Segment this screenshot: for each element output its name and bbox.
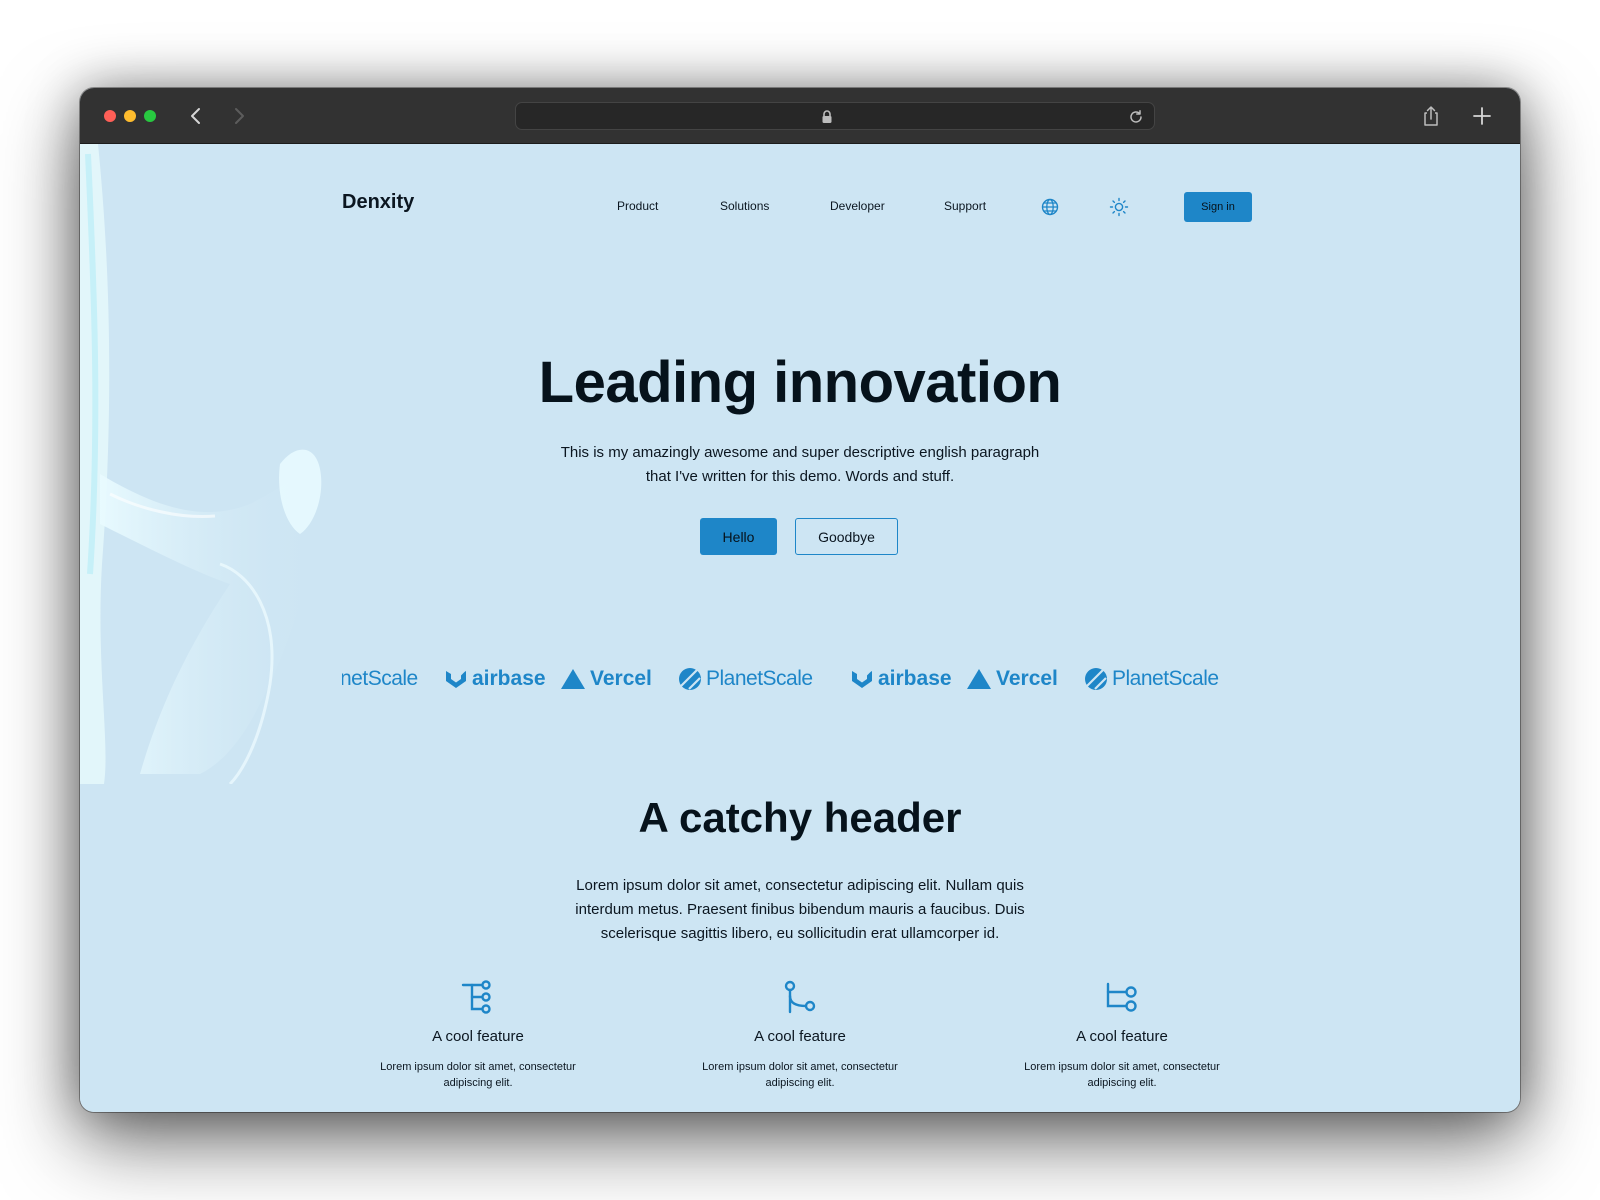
git-branch-icon [1106, 982, 1137, 1012]
logo-planetscale: netScale [342, 659, 418, 699]
tree-hierarchy-icon [461, 980, 491, 1014]
feature-description: Lorem ipsum dolor sit amet, consectetur … [1012, 1059, 1232, 1091]
address-bar[interactable] [515, 102, 1155, 130]
logo-text: Vercel [590, 667, 652, 690]
nav-product[interactable]: Product [617, 199, 658, 213]
logo-carousel: netScale airbase Vercel PlanetScale airb… [342, 659, 1222, 699]
zoom-window-button[interactable] [144, 110, 156, 122]
feature-card: A cool feature Lorem ipsum dolor sit ame… [368, 980, 588, 1091]
logo-text: PlanetScale [1112, 667, 1219, 690]
feature-description-line: adipiscing elit. [1087, 1077, 1157, 1089]
vercel-triangle-icon [967, 669, 991, 689]
minimize-window-button[interactable] [124, 110, 136, 122]
feature-description-line: Lorem ipsum dolor sit amet, consectetur [380, 1061, 576, 1073]
globe-icon[interactable] [1040, 197, 1060, 217]
nav-support[interactable]: Support [944, 199, 986, 213]
logo-text: Vercel [996, 667, 1058, 690]
feature-card: A cool feature Lorem ipsum dolor sit ame… [1012, 980, 1232, 1091]
sign-in-button[interactable]: Sign in [1184, 192, 1252, 222]
logo-planetscale: PlanetScale [678, 659, 813, 699]
section-body-line: Lorem ipsum dolor sit amet, consectetur … [576, 877, 1024, 894]
logo-text: airbase [878, 667, 952, 690]
git-merge-icon [784, 980, 816, 1014]
sun-icon[interactable] [1109, 197, 1129, 217]
hero-subtitle-line: This is my amazingly awesome and super d… [560, 444, 1040, 461]
hero-subtitle: This is my amazingly awesome and super d… [540, 441, 1060, 489]
feature-description-line: Lorem ipsum dolor sit amet, consectetur [702, 1061, 898, 1073]
chevron-left-icon[interactable] [184, 104, 208, 128]
browser-titlebar [80, 88, 1520, 144]
feature-title: A cool feature [754, 1028, 846, 1045]
feature-description-line: adipiscing elit. [443, 1077, 513, 1089]
logo-airbase: airbase [444, 659, 546, 699]
share-icon[interactable] [1420, 104, 1442, 128]
plus-icon[interactable] [1472, 106, 1492, 126]
planetscale-mark-icon [679, 668, 701, 690]
airbase-mark-icon [852, 670, 872, 688]
section-title: A catchy header [638, 794, 962, 841]
logo-vercel: Vercel [560, 659, 652, 699]
logo-text: airbase [472, 667, 546, 690]
brand-logo[interactable]: Denxity [342, 191, 414, 214]
planetscale-mark-icon [1085, 668, 1107, 690]
airbase-mark-icon [446, 670, 466, 688]
feature-description: Lorem ipsum dolor sit amet, consectetur … [690, 1059, 910, 1091]
feature-title: A cool feature [1076, 1028, 1168, 1045]
browser-window: Denxity Product Solutions Developer Supp… [80, 88, 1520, 1112]
logo-text: PlanetScale [706, 667, 813, 690]
logo-planetscale: PlanetScale [1084, 659, 1219, 699]
logo-vercel: Vercel [966, 659, 1058, 699]
feature-description-line: adipiscing elit. [765, 1077, 835, 1089]
goodbye-button[interactable]: Goodbye [795, 518, 898, 555]
web-page: Denxity Product Solutions Developer Supp… [80, 144, 1520, 1112]
close-window-button[interactable] [104, 110, 116, 122]
nav-developer[interactable]: Developer [830, 199, 885, 213]
nav-solutions[interactable]: Solutions [720, 199, 769, 213]
hello-button[interactable]: Hello [700, 518, 777, 555]
feature-card: A cool feature Lorem ipsum dolor sit ame… [690, 980, 910, 1091]
hero-title: Leading innovation [538, 350, 1062, 415]
feature-description: Lorem ipsum dolor sit amet, consectetur … [368, 1059, 588, 1091]
reload-icon[interactable] [1128, 109, 1144, 125]
lock-icon [822, 110, 832, 123]
chevron-right-icon[interactable] [227, 104, 251, 128]
feature-title: A cool feature [432, 1028, 524, 1045]
vercel-triangle-icon [561, 669, 585, 689]
site-header: Denxity Product Solutions Developer Supp… [80, 144, 1520, 264]
section-body-line: interdum metus. Praesent finibus bibendu… [575, 901, 1025, 918]
section-body: Lorem ipsum dolor sit amet, consectetur … [550, 874, 1050, 946]
section-body-line: scelerisque sagittis libero, eu sollicit… [600, 925, 1000, 942]
feature-description-line: Lorem ipsum dolor sit amet, consectetur [1024, 1061, 1220, 1073]
logo-text: netScale [342, 667, 418, 690]
hero-subtitle-line: that I've written for this demo. Words a… [645, 468, 955, 485]
logo-airbase: airbase [850, 659, 952, 699]
